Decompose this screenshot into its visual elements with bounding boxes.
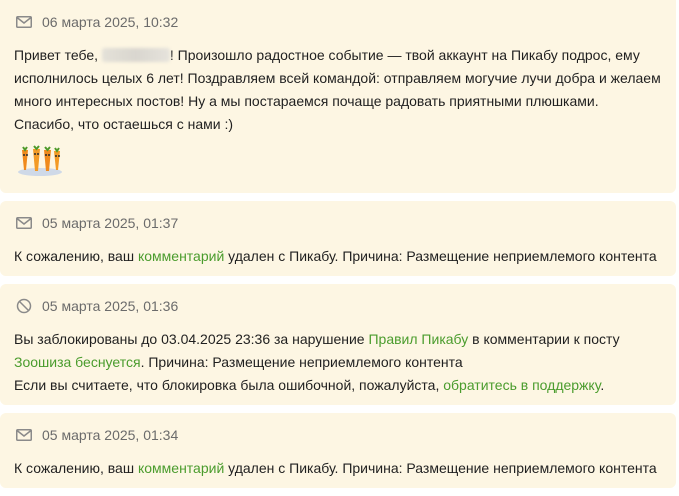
rules-link[interactable]: Правил Пикабу xyxy=(368,331,468,347)
notification-header: 05 марта 2025, 01:36 xyxy=(14,296,662,316)
text-segment: удален с Пикабу. Причина: Размещение неп… xyxy=(224,248,657,264)
text-segment: Если вы считаете, что блокировка была ош… xyxy=(14,377,444,393)
comment-link[interactable]: комментарий xyxy=(138,248,224,264)
notification-date: 05 марта 2025, 01:37 xyxy=(42,215,179,231)
notification-date: 06 марта 2025, 10:32 xyxy=(42,14,179,30)
text-segment: К сожалению, ваш xyxy=(14,248,138,264)
notification-card: 06 марта 2025, 10:32 Привет тебе, ! Прои… xyxy=(0,0,676,193)
comment-link[interactable]: комментарий xyxy=(138,460,224,476)
support-link[interactable]: обратитесь в поддержку xyxy=(443,377,600,393)
ban-icon xyxy=(14,296,34,316)
blurred-username xyxy=(101,48,170,62)
notification-date: 05 марта 2025, 01:34 xyxy=(42,427,179,443)
notification-text: Привет тебе, ! Произошло радостное событ… xyxy=(14,44,662,136)
carrots-sticker xyxy=(14,142,66,178)
text-segment: . Причина: Размещение неприемлемого конт… xyxy=(140,354,463,370)
notification-card: 05 марта 2025, 01:36 Вы заблокированы до… xyxy=(0,284,676,405)
notification-text: К сожалению, ваш комментарий удален с Пи… xyxy=(14,457,662,480)
mail-icon xyxy=(14,425,34,445)
notification-header: 05 марта 2025, 01:34 xyxy=(14,425,662,445)
post-link[interactable]: Зоошиза беснуется xyxy=(14,354,141,370)
notification-text: К сожалению, ваш комментарий удален с Пи… xyxy=(14,245,662,268)
text-segment: . xyxy=(600,377,605,393)
notification-card: 05 марта 2025, 01:37 К сожалению, ваш ко… xyxy=(0,201,676,276)
text-segment: К сожалению, ваш xyxy=(14,460,138,476)
mail-icon xyxy=(14,213,34,233)
notification-header: 06 марта 2025, 10:32 xyxy=(14,12,662,32)
notification-date: 05 марта 2025, 01:36 xyxy=(42,298,179,314)
notification-header: 05 марта 2025, 01:37 xyxy=(14,213,662,233)
text-segment: Привет тебе, xyxy=(14,47,102,63)
mail-icon xyxy=(14,12,34,32)
notifications-feed: 06 марта 2025, 10:32 Привет тебе, ! Прои… xyxy=(0,0,676,496)
notification-text: Вы заблокированы до 03.04.2025 23:36 за … xyxy=(14,328,662,397)
text-segment: Вы заблокированы до 03.04.2025 23:36 за … xyxy=(14,331,369,347)
text-segment: в комментарии к посту xyxy=(468,331,620,347)
text-segment: удален с Пикабу. Причина: Размещение неп… xyxy=(224,460,657,476)
notification-card: 05 марта 2025, 01:34 К сожалению, ваш ко… xyxy=(0,413,676,488)
